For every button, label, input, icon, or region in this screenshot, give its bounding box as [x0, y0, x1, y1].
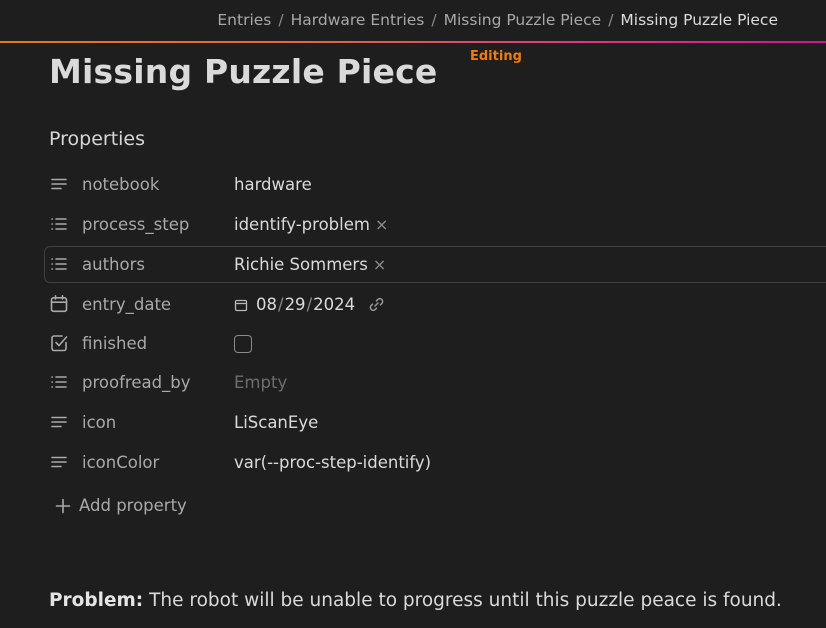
property-key[interactable]: notebook — [82, 175, 159, 194]
link-icon[interactable] — [368, 296, 385, 313]
pill-label[interactable]: Richie Sommers — [234, 255, 368, 274]
date-year[interactable]: 2024 — [313, 295, 355, 314]
property-row-entry-date[interactable]: entry_date 08 / 29 / 2024 — [44, 286, 826, 323]
problem-text: The robot will be unable to progress unt… — [143, 590, 782, 611]
property-key[interactable]: iconColor — [82, 453, 159, 472]
breadcrumb-separator: / — [608, 11, 614, 29]
breadcrumb-item-hardware-entries[interactable]: Hardware Entries — [291, 11, 425, 29]
header-divider — [0, 41, 826, 43]
property-row-authors[interactable]: authors Richie Sommers × — [44, 246, 826, 283]
checkbox-icon[interactable] — [49, 333, 69, 353]
breadcrumb-item-current[interactable]: Missing Puzzle Piece — [620, 11, 778, 29]
property-value[interactable]: Richie Sommers × — [234, 255, 386, 274]
text-lines-icon[interactable] — [49, 412, 69, 432]
list-icon[interactable] — [49, 372, 69, 392]
property-value[interactable]: hardware — [234, 175, 312, 194]
property-value[interactable]: var(--proc-step-identify) — [234, 453, 431, 472]
property-key[interactable]: process_step — [82, 215, 189, 234]
property-row-icon[interactable]: icon LiScanEye — [44, 404, 826, 441]
list-icon[interactable] — [49, 214, 69, 234]
breadcrumb-separator: / — [431, 11, 437, 29]
property-row-notebook[interactable]: notebook hardware — [44, 166, 826, 203]
date-month[interactable]: 08 — [256, 295, 277, 314]
remove-icon[interactable]: × — [375, 215, 388, 234]
property-row-icon-color[interactable]: iconColor var(--proc-step-identify) — [44, 444, 826, 481]
property-row-finished[interactable]: finished — [44, 325, 826, 362]
property-value[interactable] — [234, 334, 252, 353]
breadcrumb-separator: / — [278, 11, 284, 29]
property-value-empty[interactable]: Empty — [234, 373, 287, 392]
property-key[interactable]: finished — [82, 334, 147, 353]
pill-label[interactable]: identify-problem — [234, 215, 370, 234]
property-value[interactable]: identify-problem × — [234, 215, 388, 234]
breadcrumb-item-entries[interactable]: Entries — [217, 11, 271, 29]
page-title[interactable]: Missing Puzzle Piece — [49, 52, 437, 91]
text-lines-icon[interactable] — [49, 452, 69, 472]
list-icon[interactable] — [49, 254, 69, 274]
status-badge: Editing — [470, 49, 522, 64]
date-day[interactable]: 29 — [285, 295, 306, 314]
add-property-button[interactable]: Add property — [54, 496, 187, 515]
date-input[interactable]: 08 / 29 / 2024 — [234, 295, 385, 314]
property-row-process-step[interactable]: process_step identify-problem × — [44, 206, 826, 243]
property-value[interactable]: LiScanEye — [234, 413, 318, 432]
calendar-icon[interactable] — [234, 298, 248, 312]
add-property-label: Add property — [79, 496, 187, 515]
remove-icon[interactable]: × — [373, 255, 386, 274]
date-separator: / — [306, 295, 313, 314]
property-row-proofread-by[interactable]: proofread_by Empty — [44, 364, 826, 401]
property-key[interactable]: icon — [82, 413, 116, 432]
problem-label: Problem: — [49, 590, 144, 611]
properties-heading[interactable]: Properties — [49, 128, 145, 150]
finished-checkbox[interactable] — [234, 335, 252, 353]
breadcrumb-item-folder[interactable]: Missing Puzzle Piece — [444, 11, 602, 29]
text-lines-icon[interactable] — [49, 174, 69, 194]
property-key[interactable]: entry_date — [82, 295, 171, 314]
property-key[interactable]: authors — [82, 255, 145, 274]
breadcrumb: Entries / Hardware Entries / Missing Puz… — [0, 0, 826, 40]
date-separator: / — [278, 295, 284, 314]
problem-paragraph[interactable]: Problem: The robot will be unable to pro… — [49, 590, 782, 611]
calendar-icon[interactable] — [49, 294, 69, 314]
plus-icon — [54, 497, 72, 515]
property-key[interactable]: proofread_by — [82, 373, 191, 392]
